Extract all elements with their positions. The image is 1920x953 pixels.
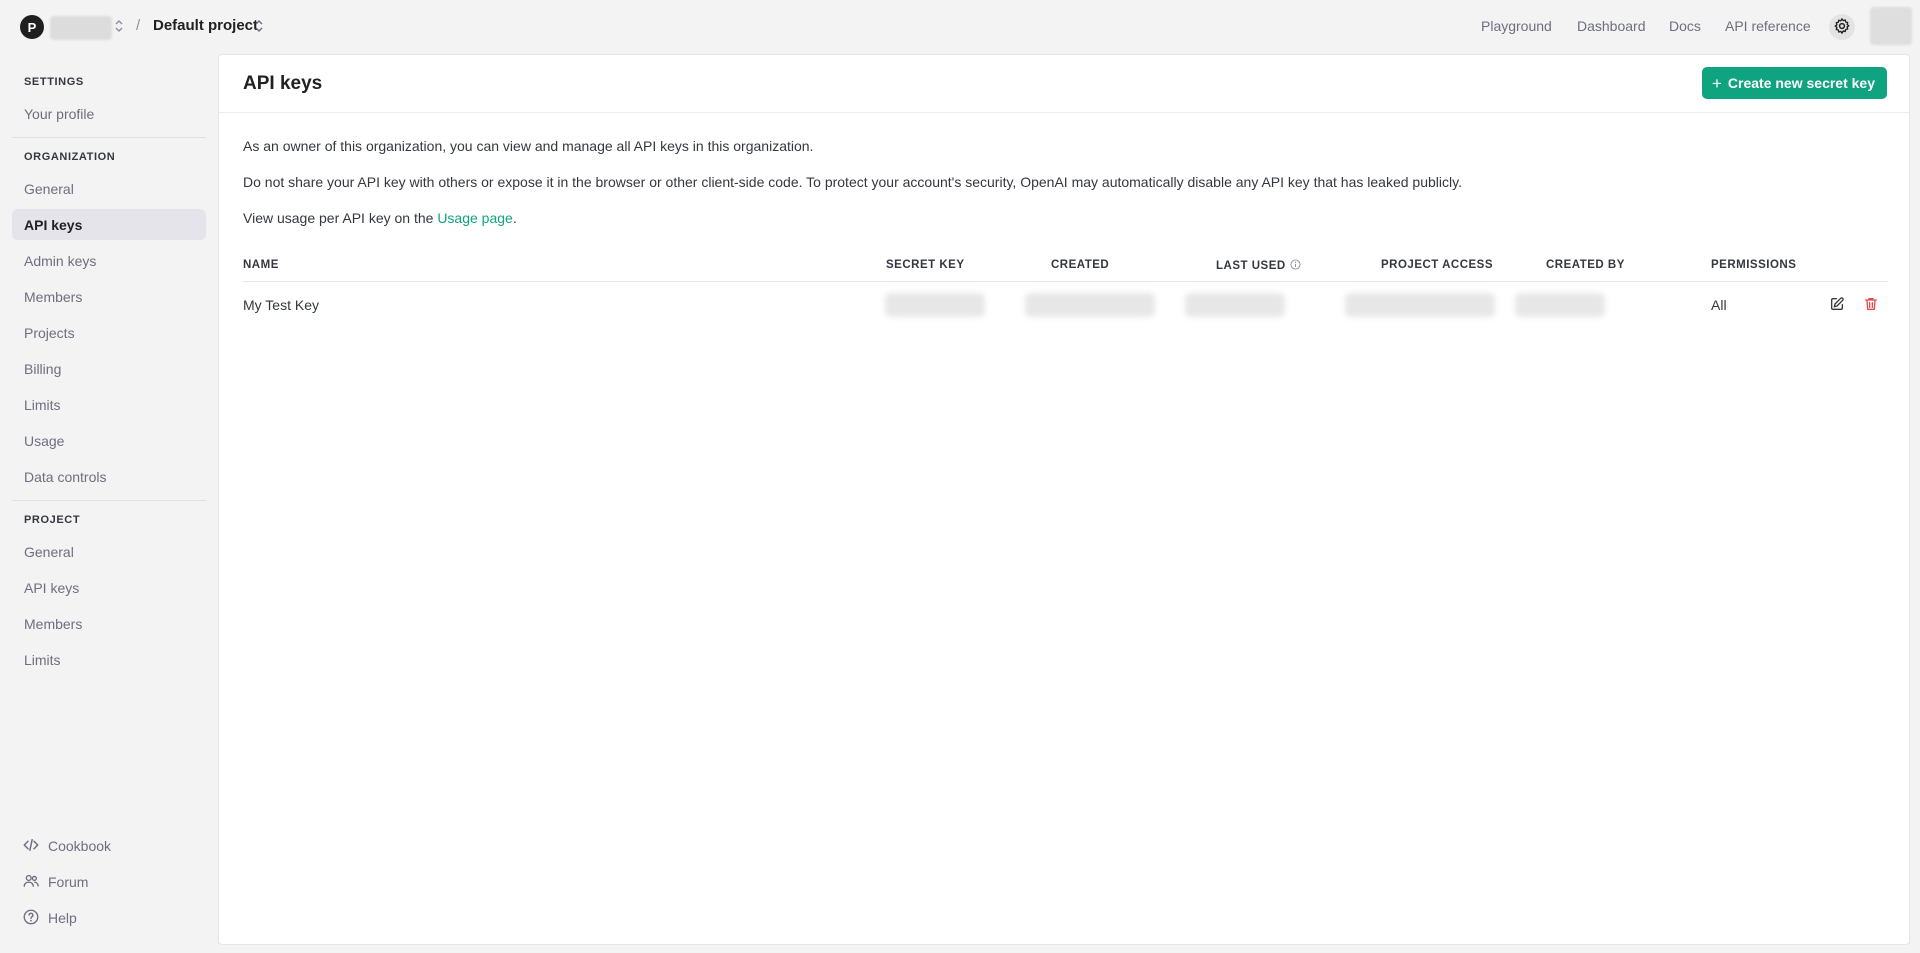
breadcrumb-separator: / — [136, 17, 141, 34]
usage-note: View usage per API key on the Usage page… — [243, 210, 517, 226]
table-header-divider — [243, 281, 1887, 282]
created-redacted — [1025, 293, 1155, 317]
security-warning: Do not share your API key with others or… — [243, 174, 1462, 190]
page-title: API keys — [243, 73, 323, 94]
column-header-created-by: CREATED BY — [1546, 259, 1625, 271]
column-header-permissions: PERMISSIONS — [1711, 259, 1797, 271]
project-switcher-chevron-icon[interactable] — [254, 19, 264, 36]
org-name-redacted[interactable] — [50, 16, 112, 40]
sidebar-item-project-api-keys[interactable]: API keys — [12, 572, 206, 603]
org-avatar[interactable]: P — [20, 15, 44, 39]
sidebar-item-your-profile[interactable]: Your profile — [12, 98, 206, 129]
sidebar: SETTINGS Your profile ORGANIZATION Gener… — [0, 54, 218, 953]
edit-key-button[interactable] — [1827, 295, 1847, 315]
help-label: Help — [48, 910, 77, 926]
nav-docs[interactable]: Docs — [1669, 18, 1701, 34]
top-bar: P / Default project Playground Dashboard… — [0, 0, 1920, 54]
usage-note-prefix: View usage per API key on the — [243, 210, 438, 226]
forum-label: Forum — [48, 874, 89, 890]
sidebar-link-help[interactable]: Help — [22, 906, 77, 930]
sidebar-item-billing[interactable]: Billing — [12, 353, 206, 384]
sidebar-divider — [12, 500, 206, 501]
sidebar-item-project-members[interactable]: Members — [12, 608, 206, 639]
sidebar-section-project: PROJECT — [24, 514, 81, 526]
sidebar-item-org-general[interactable]: General — [12, 173, 206, 204]
sidebar-item-admin-keys[interactable]: Admin keys — [12, 245, 206, 276]
sidebar-item-org-members[interactable]: Members — [12, 281, 206, 312]
sidebar-link-forum[interactable]: Forum — [22, 870, 88, 894]
nav-dashboard[interactable]: Dashboard — [1577, 18, 1646, 34]
last-used-redacted — [1185, 293, 1285, 317]
main-panel: API keys + Create new secret key As an o… — [218, 54, 1910, 945]
sidebar-item-org-limits[interactable]: Limits — [12, 389, 206, 420]
project-switcher[interactable]: Default project — [153, 17, 258, 34]
key-name-cell: My Test Key — [243, 297, 319, 313]
ownership-note: As an owner of this organization, you ca… — [243, 138, 814, 154]
sidebar-item-data-controls[interactable]: Data controls — [12, 461, 206, 492]
plus-icon: + — [1711, 73, 1722, 93]
sidebar-divider — [12, 137, 206, 138]
usage-note-suffix: . — [512, 210, 517, 226]
info-icon[interactable] — [1290, 259, 1301, 273]
code-icon — [22, 836, 40, 857]
sidebar-item-project-limits[interactable]: Limits — [12, 644, 206, 675]
column-header-project-access: PROJECT ACCESS — [1381, 259, 1494, 271]
trash-icon — [1863, 296, 1879, 315]
sidebar-item-projects[interactable]: Projects — [12, 317, 206, 348]
sidebar-section-organization: ORGANIZATION — [24, 151, 116, 163]
main-header: API keys + Create new secret key — [219, 55, 1909, 113]
secret-key-redacted — [885, 293, 985, 317]
column-header-last-used-label: LAST USED — [1216, 260, 1286, 272]
sidebar-section-settings: SETTINGS — [24, 76, 84, 88]
create-secret-key-label: Create new secret key — [1727, 75, 1875, 91]
help-circle-icon — [22, 908, 40, 929]
create-secret-key-button[interactable]: + Create new secret key — [1701, 67, 1887, 99]
delete-key-button[interactable] — [1861, 295, 1881, 315]
user-avatar[interactable] — [1870, 7, 1912, 45]
sidebar-item-org-api-keys[interactable]: API keys — [12, 209, 206, 240]
sidebar-item-project-general[interactable]: General — [12, 536, 206, 567]
users-icon — [22, 872, 40, 893]
usage-page-link[interactable]: Usage page — [437, 210, 513, 226]
cookbook-label: Cookbook — [48, 838, 112, 854]
org-switcher-chevron-icon[interactable] — [114, 19, 124, 36]
sidebar-item-usage[interactable]: Usage — [12, 425, 206, 456]
gear-icon — [1833, 17, 1851, 38]
nav-playground[interactable]: Playground — [1481, 18, 1552, 34]
column-header-secret-key: SECRET KEY — [886, 259, 965, 271]
settings-button[interactable] — [1829, 14, 1855, 40]
column-header-last-used: LAST USED — [1216, 259, 1301, 273]
column-header-name: NAME — [243, 259, 279, 271]
column-header-created: CREATED — [1051, 259, 1110, 271]
sidebar-link-cookbook[interactable]: Cookbook — [22, 834, 111, 858]
created-by-redacted — [1515, 293, 1605, 317]
edit-icon — [1829, 296, 1845, 315]
nav-api-reference[interactable]: API reference — [1725, 18, 1811, 34]
project-access-redacted — [1345, 293, 1495, 317]
permissions-cell: All — [1711, 297, 1727, 313]
